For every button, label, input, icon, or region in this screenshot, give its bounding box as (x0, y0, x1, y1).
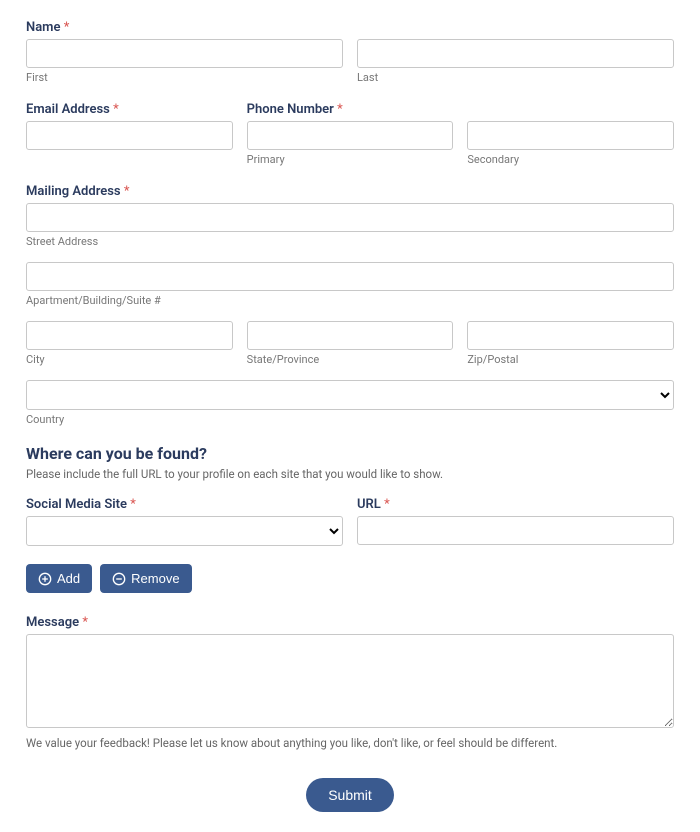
social-url-label: URL * (357, 497, 674, 512)
required-marker: * (337, 102, 343, 117)
social-site-select[interactable] (26, 516, 343, 546)
message-label: Message * (26, 615, 674, 630)
phone-secondary-input[interactable] (467, 121, 674, 150)
social-url-input[interactable] (357, 516, 674, 545)
add-button-label: Add (57, 571, 80, 586)
message-help: We value your feedback! Please let us kn… (26, 736, 674, 750)
required-marker: * (130, 497, 136, 512)
required-marker: * (124, 184, 130, 199)
phone-primary-input[interactable] (247, 121, 454, 150)
add-button[interactable]: Add (26, 564, 92, 593)
state-sublabel: State/Province (247, 353, 454, 366)
street-address-input[interactable] (26, 203, 674, 232)
first-name-input[interactable] (26, 39, 343, 68)
required-marker: * (82, 615, 88, 630)
address-label: Mailing Address * (26, 184, 674, 199)
email-label: Email Address * (26, 102, 233, 117)
city-sublabel: City (26, 353, 233, 366)
country-sublabel: Country (26, 413, 674, 426)
country-select[interactable] (26, 380, 674, 410)
social-heading: Where can you be found? (26, 444, 674, 463)
zip-input[interactable] (467, 321, 674, 350)
message-textarea[interactable] (26, 634, 674, 728)
phone-secondary-sublabel: Secondary (467, 153, 674, 166)
plus-circle-icon (38, 572, 52, 586)
required-marker: * (113, 102, 119, 117)
social-site-label: Social Media Site * (26, 497, 343, 512)
line2-sublabel: Apartment/Building/Suite # (26, 294, 674, 307)
address-line2-input[interactable] (26, 262, 674, 291)
required-marker: * (64, 20, 70, 35)
city-input[interactable] (26, 321, 233, 350)
zip-sublabel: Zip/Postal (467, 353, 674, 366)
phone-primary-sublabel: Primary (247, 153, 454, 166)
submit-button[interactable]: Submit (306, 778, 394, 812)
social-description: Please include the full URL to your prof… (26, 467, 674, 481)
state-input[interactable] (247, 321, 454, 350)
remove-button[interactable]: Remove (100, 564, 191, 593)
name-label: Name * (26, 20, 674, 35)
remove-button-label: Remove (131, 571, 179, 586)
phone-label: Phone Number * (247, 102, 454, 117)
last-name-sublabel: Last (357, 71, 674, 84)
minus-circle-icon (112, 572, 126, 586)
required-marker: * (384, 497, 390, 512)
email-input[interactable] (26, 121, 233, 150)
street-sublabel: Street Address (26, 235, 674, 248)
first-name-sublabel: First (26, 71, 343, 84)
last-name-input[interactable] (357, 39, 674, 68)
